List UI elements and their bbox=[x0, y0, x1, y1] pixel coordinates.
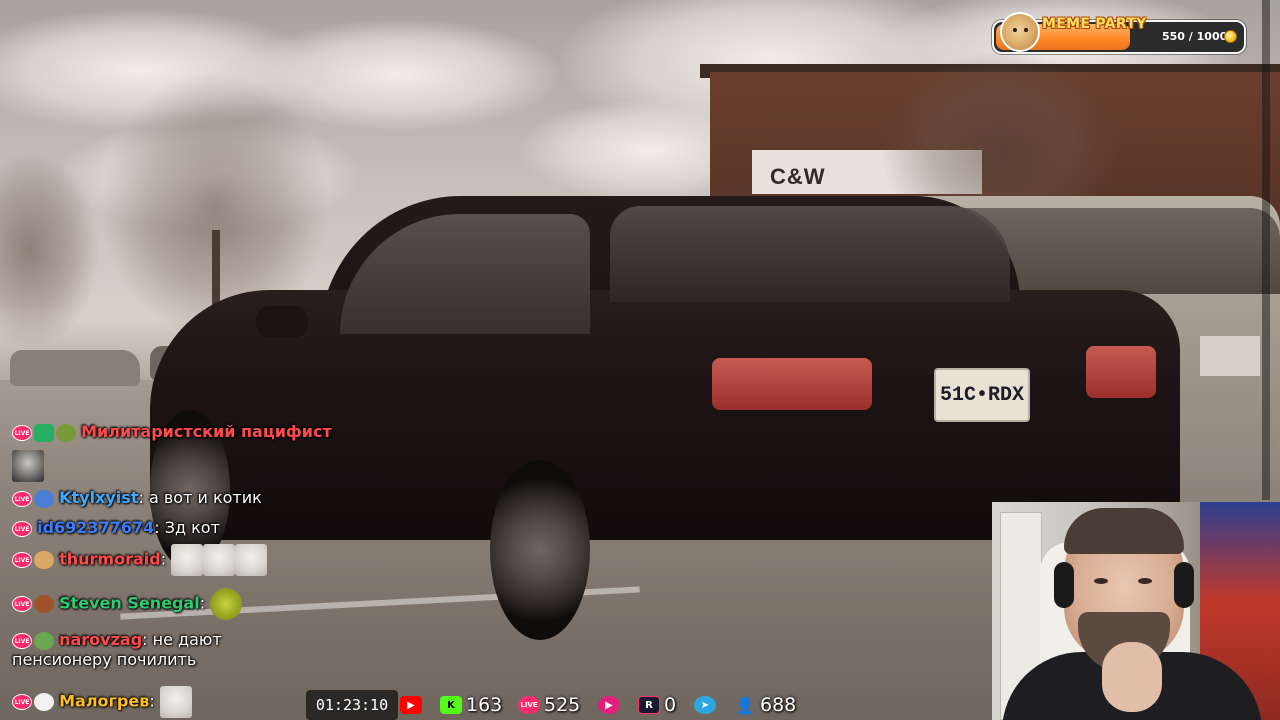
kick-stat: K 163 bbox=[440, 690, 502, 720]
doge-eye bbox=[1024, 28, 1028, 32]
stream-timer: 01:23:10 bbox=[306, 690, 398, 720]
rutube-viewers: 0 bbox=[664, 694, 677, 716]
live-badge: LIVE bbox=[12, 552, 32, 568]
headset-right bbox=[1174, 562, 1194, 608]
coin-icon bbox=[1224, 30, 1237, 43]
meme-party-count: 550 / 1000 bbox=[1162, 30, 1228, 43]
cat-emote bbox=[171, 544, 204, 576]
frog-icon bbox=[56, 423, 76, 442]
cat-emote bbox=[159, 686, 192, 718]
stream-stats-bar: 01:23:10 ▶ K 163 LIVE 525 ▶ R 0 ➤ 👤 688 bbox=[306, 690, 811, 720]
youtube-play-stat: ▶ bbox=[598, 690, 620, 720]
vklive-viewers: 525 bbox=[544, 694, 581, 716]
avatar-icon bbox=[34, 595, 54, 613]
chat-username[interactable]: Ktylxyist bbox=[59, 488, 138, 507]
live-badge: LIVE bbox=[12, 632, 32, 649]
live-badge: LIVE bbox=[12, 490, 32, 507]
streamer-eye bbox=[1138, 578, 1152, 584]
chat-message: LIVE Малогрев: bbox=[12, 686, 192, 718]
kick-icon: K bbox=[440, 696, 462, 714]
pepe-emote bbox=[210, 588, 243, 620]
rutube-icon: R bbox=[638, 696, 660, 714]
live-badge: LIVE bbox=[12, 694, 32, 710]
streamer-hand bbox=[1102, 642, 1162, 712]
cat-emote bbox=[203, 544, 236, 576]
chat-text: Зд кот bbox=[164, 518, 220, 537]
chat-message: LIVE Милитаристский пацифист bbox=[12, 422, 332, 442]
youtube-play-icon: ▶ bbox=[598, 696, 620, 714]
telegram-stat: ➤ bbox=[694, 690, 716, 720]
pencil-icon bbox=[34, 423, 54, 442]
viewers-icon: 👤 bbox=[735, 695, 755, 715]
chat-message: LIVE thurmoraid: bbox=[12, 544, 268, 576]
chat-message: LIVE id692377674: Зд кот bbox=[12, 518, 220, 537]
doge-icon bbox=[34, 551, 54, 569]
rear-wheel bbox=[490, 460, 590, 640]
live-badge: LIVE bbox=[12, 424, 32, 441]
cat-icon bbox=[34, 693, 54, 711]
total-viewers: 688 bbox=[760, 694, 797, 716]
chat-username[interactable]: Steven Senegal bbox=[59, 594, 200, 613]
vklive-icon: LIVE bbox=[518, 696, 540, 714]
chat-message: LIVE Ktylxyist: а вот и котик bbox=[12, 488, 262, 508]
viewers-stat: 👤 688 bbox=[734, 690, 796, 720]
building-sign-text: C&W bbox=[770, 164, 826, 189]
license-plate-text: 51C•RDX bbox=[940, 384, 1025, 407]
right-edge-strip bbox=[1262, 0, 1270, 500]
chat-message: LIVE Steven Senegal: bbox=[12, 588, 243, 620]
doge-icon bbox=[1000, 12, 1040, 52]
meme-party-title: MEME PARTY bbox=[1042, 16, 1147, 32]
chat-text: а вот и котик bbox=[148, 488, 262, 507]
silver-car-plate bbox=[1200, 336, 1260, 376]
background-car bbox=[10, 350, 140, 386]
cat-emote bbox=[12, 450, 44, 482]
tail-light bbox=[1086, 346, 1156, 398]
streamer-hair bbox=[1064, 508, 1184, 554]
vklive-stat: LIVE 525 bbox=[518, 690, 580, 720]
youtube-icon: ▶ bbox=[400, 696, 422, 714]
live-badge: LIVE bbox=[12, 520, 32, 537]
cat-emote bbox=[235, 544, 268, 576]
webcam-feed bbox=[992, 502, 1280, 720]
chat-username[interactable]: Милитаристский пацифист bbox=[81, 422, 332, 441]
streamer-eye bbox=[1094, 578, 1108, 584]
telegram-icon: ➤ bbox=[694, 696, 716, 714]
rutube-stat: R 0 bbox=[638, 690, 676, 720]
chat-username[interactable]: id692377674 bbox=[37, 518, 154, 537]
chat-message: LIVE narovzag: не дают пенсионеру почили… bbox=[12, 630, 222, 669]
kick-viewers: 163 bbox=[466, 694, 503, 716]
live-badge: LIVE bbox=[12, 596, 32, 612]
chat-message-cont bbox=[12, 450, 44, 482]
chat-username[interactable]: Малогрев bbox=[59, 692, 149, 711]
black-car-rear-window bbox=[610, 206, 1010, 302]
chat-username[interactable]: thurmoraid bbox=[59, 550, 161, 569]
chat-username[interactable]: narovzag bbox=[59, 630, 142, 649]
frog-icon bbox=[34, 489, 54, 508]
headset-left bbox=[1054, 562, 1074, 608]
doge-eye bbox=[1013, 28, 1017, 32]
youtube-stat: ▶ bbox=[400, 690, 422, 720]
tail-light bbox=[712, 358, 872, 410]
frog-icon bbox=[34, 631, 54, 650]
side-mirror bbox=[256, 306, 308, 338]
